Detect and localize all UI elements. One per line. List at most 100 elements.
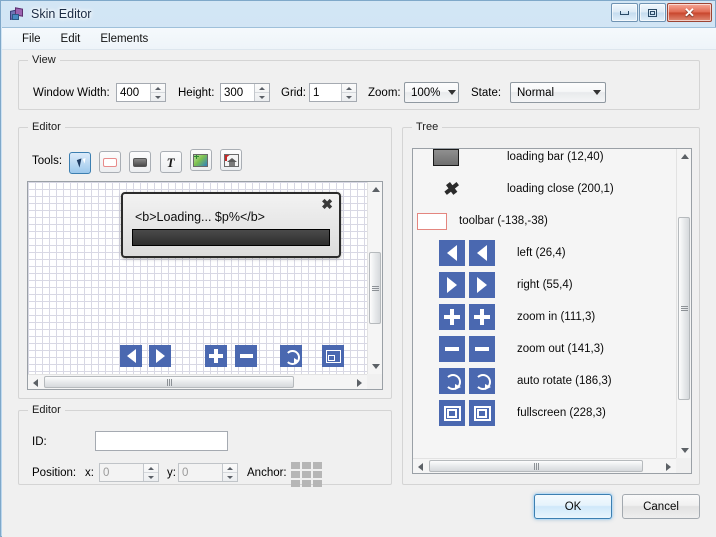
anchor-cell-bottom-left[interactable] (291, 480, 300, 487)
tree-row[interactable]: zoom out (141,3) (413, 333, 676, 365)
window-width-stepper[interactable] (116, 83, 166, 102)
loading-dialog-element[interactable]: <b>Loading... $p%</b> ✖ (121, 192, 341, 258)
tree-scroll-down-button[interactable] (677, 443, 691, 458)
arrow-left-icon (439, 240, 465, 266)
canvas-scroll-down-button[interactable] (368, 359, 382, 374)
grid-spin-down[interactable] (342, 93, 356, 101)
position-y-spin-buttons[interactable] (222, 464, 237, 481)
tree-row[interactable]: auto rotate (186,3) (413, 365, 676, 397)
anchor-selector[interactable] (291, 462, 322, 487)
position-y-input[interactable] (179, 464, 222, 481)
tree-scroll-right-button[interactable] (661, 459, 676, 473)
rectangle-tool-button[interactable] (99, 151, 122, 173)
tree-row[interactable]: ✖ loading close (200,1) (413, 173, 676, 205)
menu-bar: File Edit Elements (2, 28, 716, 50)
window-width-spin-up[interactable] (151, 84, 165, 93)
canvas-left-icon[interactable] (120, 345, 142, 367)
canvas-horizontal-scrollbar[interactable] (28, 374, 367, 389)
text-tool-button[interactable]: T (159, 151, 182, 173)
tree-horizontal-scroll-thumb[interactable] (429, 460, 643, 472)
anchor-cell-bottom-right[interactable] (313, 480, 322, 487)
position-x-input[interactable] (100, 464, 143, 481)
tree-row[interactable]: left (26,4) (413, 237, 676, 269)
image-home-tool-button[interactable] (220, 149, 243, 171)
canvas-fullscreen-icon[interactable] (322, 345, 344, 367)
height-stepper[interactable] (220, 83, 270, 102)
position-y-spin-up[interactable] (223, 464, 237, 473)
position-y-spin-down[interactable] (223, 473, 237, 481)
ok-button[interactable]: OK (534, 494, 612, 519)
tree-vertical-scroll-thumb[interactable] (678, 217, 690, 400)
chevron-up-icon (227, 466, 233, 470)
position-x-stepper[interactable] (99, 463, 159, 482)
menu-file[interactable]: File (12, 30, 51, 48)
canvas-scroll-left-button[interactable] (28, 375, 43, 389)
id-input[interactable] (95, 431, 228, 451)
tree-row[interactable]: loading bar (12,40) (413, 149, 676, 173)
grid-spin-up[interactable] (342, 84, 356, 93)
height-spin-up[interactable] (255, 84, 269, 93)
tree-vertical-scrollbar[interactable] (676, 149, 691, 458)
window-width-input[interactable] (117, 84, 150, 101)
canvas-auto-rotate-icon[interactable] (280, 345, 302, 367)
window-width-spin-buttons[interactable] (150, 84, 165, 101)
canvas-horizontal-scroll-thumb[interactable] (44, 376, 294, 388)
design-canvas[interactable]: <b>Loading... $p%</b> ✖ (28, 182, 367, 374)
tree-row[interactable]: right (55,4) (413, 269, 676, 301)
loading-close-icon[interactable]: ✖ (321, 197, 333, 211)
canvas-right-icon[interactable] (149, 345, 171, 367)
tree-view[interactable]: loading bar (12,40) ✖ loading close (200… (412, 148, 692, 474)
position-x-spin-up[interactable] (144, 464, 158, 473)
menu-edit[interactable]: Edit (51, 30, 91, 48)
grid-input[interactable] (310, 84, 341, 101)
tree-row[interactable]: zoom in (111,3) (413, 301, 676, 333)
arrow-right-icon (469, 272, 495, 298)
minimize-button[interactable] (611, 3, 638, 22)
grid-spin-buttons[interactable] (341, 84, 356, 101)
panel-tool-button[interactable] (129, 151, 152, 173)
chevron-down-icon (227, 475, 233, 479)
anchor-cell-top-left[interactable] (291, 462, 300, 469)
tree-scroll-up-button[interactable] (677, 149, 691, 164)
tree-scroll-left-button[interactable] (413, 459, 428, 473)
image-add-tool-button[interactable]: + (189, 149, 212, 171)
state-select[interactable]: Normal (510, 82, 606, 103)
grid-label: Grid: (281, 87, 306, 99)
window-width-spin-down[interactable] (151, 93, 165, 101)
anchor-cell-top-right[interactable] (313, 462, 322, 469)
client-area: File Edit Elements View Window Width: He… (2, 27, 716, 537)
maximize-button[interactable] (639, 3, 666, 22)
tree-horizontal-scrollbar[interactable] (413, 458, 676, 473)
grid-stepper[interactable] (309, 83, 357, 102)
minus-icon (439, 336, 465, 362)
canvas-scroll-up-button[interactable] (368, 182, 382, 197)
cancel-button[interactable]: Cancel (622, 494, 700, 519)
canvas-vertical-scroll-thumb[interactable] (369, 252, 381, 324)
cursor-tool-button[interactable] (69, 151, 91, 174)
anchor-cell-middle-center[interactable] (302, 471, 311, 478)
canvas-zoom-out-icon[interactable] (235, 345, 257, 367)
position-x-spin-down[interactable] (144, 473, 158, 481)
chevron-down-icon (259, 95, 265, 99)
canvas-vertical-scrollbar[interactable] (367, 182, 382, 374)
tree-row[interactable]: toolbar (-138,-38) (413, 205, 676, 237)
canvas-zoom-in-icon[interactable] (205, 345, 227, 367)
height-input[interactable] (221, 84, 254, 101)
tree-row[interactable]: fullscreen (228,3) (413, 397, 676, 429)
anchor-cell-middle-right[interactable] (313, 471, 322, 478)
anchor-cell-middle-left[interactable] (291, 471, 300, 478)
anchor-cell-top-center[interactable] (302, 462, 311, 469)
view-group: View Window Width: Height: Grid: (18, 54, 700, 110)
position-x-spin-buttons[interactable] (143, 464, 158, 481)
grip-icon (166, 378, 172, 386)
anchor-cell-bottom-center[interactable] (302, 480, 311, 487)
height-spin-down[interactable] (255, 93, 269, 101)
canvas-scroll-right-button[interactable] (352, 375, 367, 389)
menu-elements[interactable]: Elements (90, 30, 158, 48)
arrow-up-icon (371, 187, 380, 192)
design-canvas-container[interactable]: <b>Loading... $p%</b> ✖ (27, 181, 383, 390)
height-spin-buttons[interactable] (254, 84, 269, 101)
position-y-stepper[interactable] (178, 463, 238, 482)
close-button[interactable]: ✕ (667, 3, 712, 22)
zoom-select[interactable]: 100% (404, 82, 459, 103)
